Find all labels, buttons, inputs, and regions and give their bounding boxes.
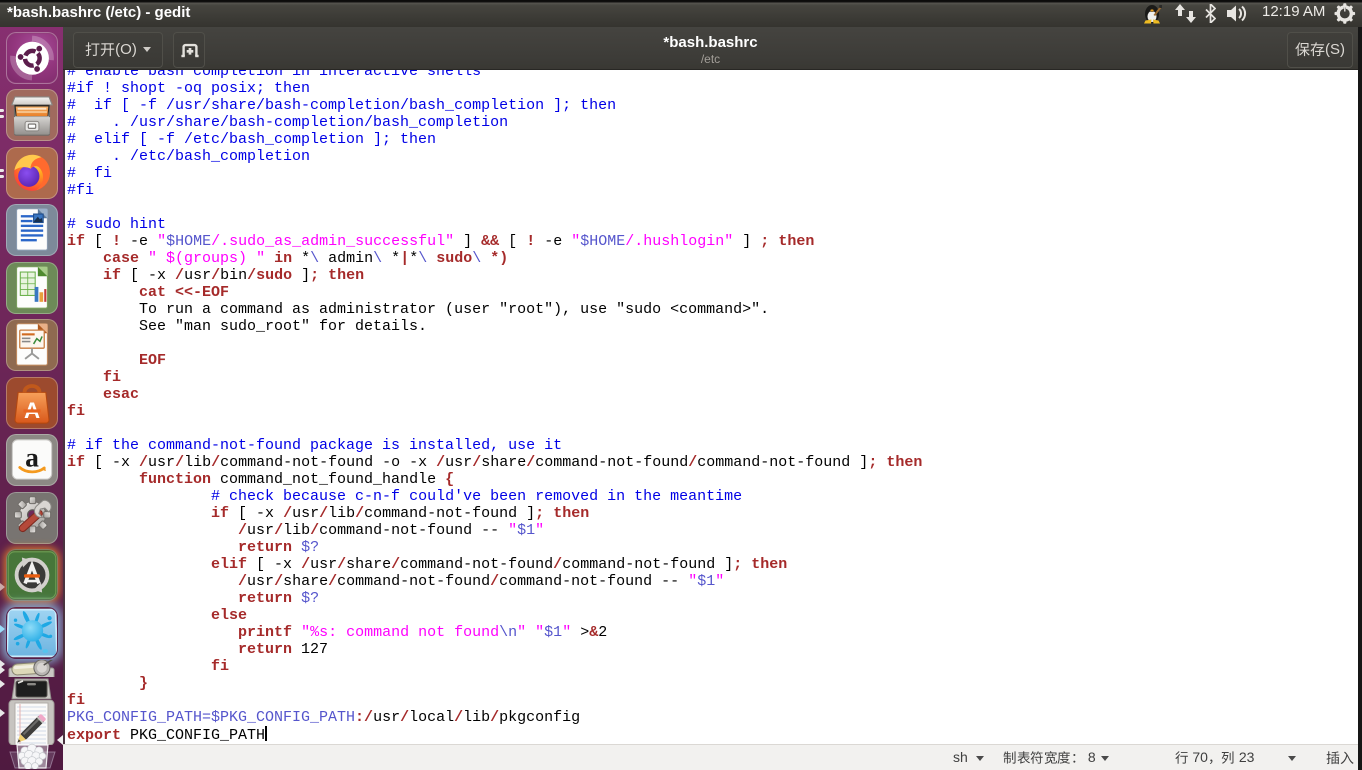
svg-text:a: a [25,441,39,472]
